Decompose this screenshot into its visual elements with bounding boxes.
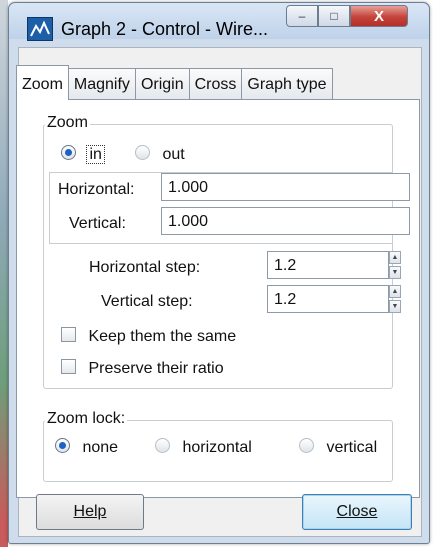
tab-graph-type[interactable]: Graph type: [241, 68, 333, 100]
zoom-in-radio[interactable]: [61, 145, 76, 160]
zoom-in-option[interactable]: in: [61, 145, 105, 164]
lock-vertical-option[interactable]: vertical: [299, 438, 377, 457]
close-button[interactable]: Close: [302, 494, 412, 530]
close-button-label: Close: [336, 503, 378, 520]
keep-same-label: Keep them the same: [88, 328, 237, 345]
tab-magnify[interactable]: Magnify: [67, 68, 136, 100]
preserve-ratio-checkbox[interactable]: [61, 359, 76, 374]
vertical-label: Vertical:: [69, 215, 126, 232]
zoom-in-label: in: [86, 145, 105, 164]
spin-down-icon[interactable]: ▼: [389, 266, 401, 279]
help-button[interactable]: Help: [36, 494, 144, 530]
spin-down-icon[interactable]: ▼: [389, 300, 401, 313]
vertical-step-label: Vertical step:: [101, 293, 193, 310]
spin-up-icon[interactable]: ▲: [389, 285, 401, 298]
vertical-step-input[interactable]: 1.2: [267, 285, 389, 313]
lock-vertical-label: vertical: [326, 439, 378, 456]
tab-strip: Zoom Magnify Origin Cross Graph type: [16, 65, 333, 100]
keep-same-option[interactable]: Keep them the same: [61, 327, 236, 346]
horizontal-step-input[interactable]: 1.2: [267, 251, 389, 279]
lock-none-radio[interactable]: [55, 438, 70, 453]
zoom-lock-legend: Zoom lock:: [45, 410, 128, 428]
maximize-button[interactable]: □: [318, 5, 350, 27]
vertical-zoom-input[interactable]: 1.000: [161, 207, 410, 235]
preserve-ratio-label: Preserve their ratio: [88, 360, 224, 377]
horizontal-label: Horizontal:: [58, 181, 135, 198]
tab-zoom[interactable]: Zoom: [16, 65, 69, 100]
minimize-icon: –: [298, 9, 306, 23]
zoom-out-option[interactable]: out: [135, 145, 185, 164]
horizontal-zoom-input[interactable]: 1.000: [161, 173, 410, 201]
maximize-icon: □: [330, 9, 338, 23]
window-title: Graph 2 - Control - Wire...: [61, 19, 269, 39]
tab-cross[interactable]: Cross: [188, 68, 243, 100]
lock-none-option[interactable]: none: [55, 438, 118, 457]
lock-horizontal-radio[interactable]: [155, 438, 170, 453]
lock-horizontal-label: horizontal: [182, 439, 252, 456]
horizontal-step-label: Horizontal step:: [89, 259, 201, 276]
lock-none-label: none: [82, 439, 119, 456]
lock-horizontal-option[interactable]: horizontal: [155, 438, 252, 457]
minimize-button[interactable]: –: [286, 5, 318, 27]
close-window-button[interactable]: X: [350, 5, 408, 27]
zoom-out-label: out: [162, 146, 185, 163]
title-bar[interactable]: Graph 2 - Control - Wire... – □ X: [9, 3, 429, 41]
lock-vertical-radio[interactable]: [299, 438, 314, 453]
keep-same-checkbox[interactable]: [61, 327, 76, 342]
zoom-out-radio[interactable]: [135, 145, 150, 160]
spin-up-icon[interactable]: ▲: [389, 251, 401, 264]
tab-origin[interactable]: Origin: [134, 68, 190, 100]
horizontal-step-spinner[interactable]: ▲ ▼: [389, 251, 401, 279]
zoom-group-legend: Zoom: [45, 114, 90, 132]
zoom-tab-panel: Zoom in out Horizontal: 1.000 Vertical: …: [16, 99, 420, 498]
vertical-step-spinner[interactable]: ▲ ▼: [389, 285, 401, 313]
close-icon: X: [373, 7, 384, 25]
help-button-label: Help: [73, 503, 107, 520]
graph-app-icon: [27, 17, 53, 41]
background-edge: [0, 0, 8, 547]
preserve-ratio-option[interactable]: Preserve their ratio: [61, 359, 224, 378]
